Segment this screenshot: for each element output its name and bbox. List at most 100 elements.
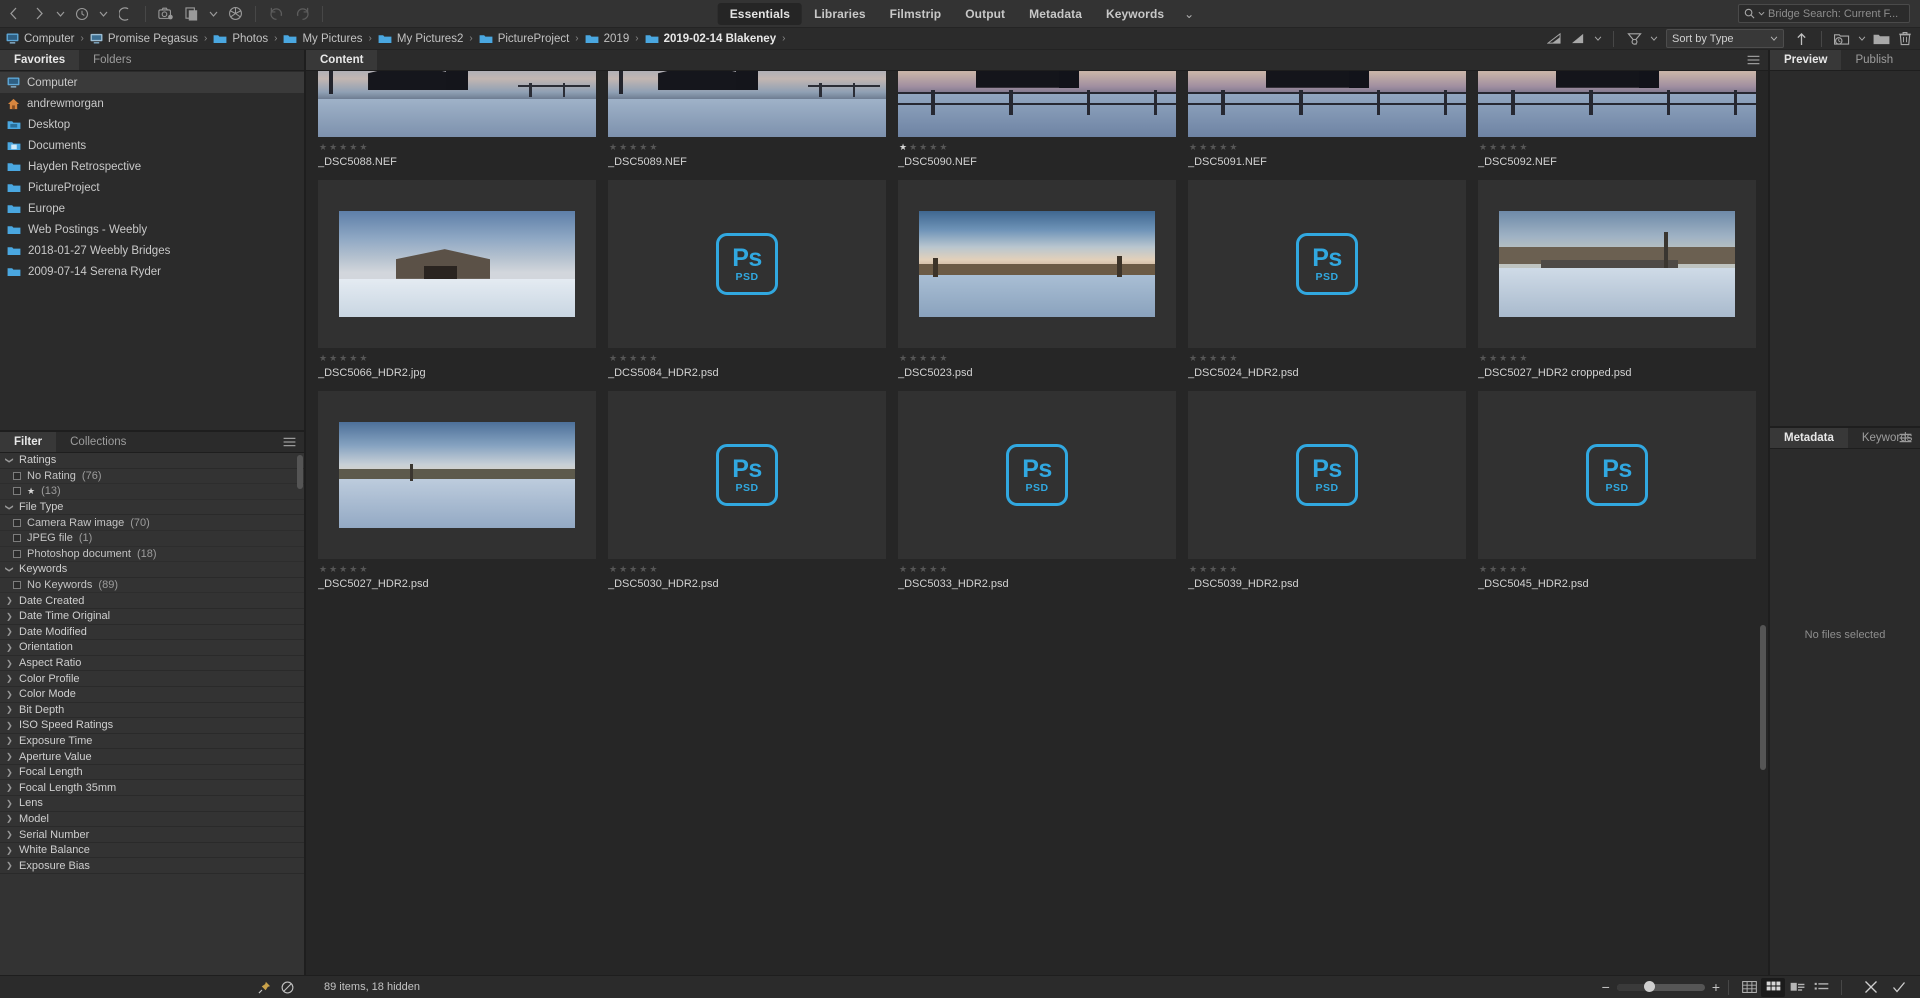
star[interactable]: ★ xyxy=(639,353,647,364)
zoom-out-button[interactable]: − xyxy=(1602,979,1610,995)
tab-content[interactable]: Content xyxy=(306,50,378,70)
star[interactable]: ★ xyxy=(1509,564,1517,575)
star[interactable]: ★ xyxy=(339,353,347,364)
workspace-overflow-icon[interactable]: ⌄ xyxy=(1176,3,1202,25)
filter-criteria-list[interactable]: ❯ Ratings No Rating (76) ★ (13) ❯ File Type Came… xyxy=(0,453,304,975)
star[interactable]: ★ xyxy=(619,142,627,153)
filter-group-aperture-value[interactable]: ❯ Aperture Value xyxy=(0,749,304,765)
chevron-down-icon[interactable]: ❯ xyxy=(5,457,14,464)
star[interactable]: ★ xyxy=(899,564,907,575)
star[interactable]: ★ xyxy=(329,564,337,575)
sidebar-item-computer[interactable]: Computer xyxy=(0,72,304,93)
sort-dropdown[interactable]: Sort by Type xyxy=(1666,29,1784,48)
filter-rating-menu-icon[interactable] xyxy=(1567,29,1589,49)
chevron-right-icon[interactable]: ❯ xyxy=(6,799,13,808)
star[interactable]: ★ xyxy=(349,142,357,153)
filter-group-exposure-time[interactable]: ❯ Exposure Time xyxy=(0,733,304,750)
star[interactable]: ★ xyxy=(1509,142,1517,153)
list-view-icon[interactable] xyxy=(1809,978,1833,997)
filter-group-bit-depth[interactable]: ❯ Bit Depth xyxy=(0,702,304,719)
star[interactable]: ★ xyxy=(359,564,367,575)
star-rating[interactable]: ★ ★ ★ ★ ★ xyxy=(898,142,1176,153)
chevron-down-icon[interactable] xyxy=(1591,29,1604,49)
chevron-down-icon[interactable] xyxy=(95,0,112,28)
filter-group-lens[interactable]: ❯ Lens xyxy=(0,796,304,812)
tab-metadata[interactable]: Metadata xyxy=(1770,428,1848,448)
sidebar-item-europe[interactable]: Europe xyxy=(0,198,304,219)
tab-metadata[interactable]: Metadata xyxy=(1017,3,1094,25)
rotate-clockwise-icon[interactable] xyxy=(289,0,315,28)
star[interactable]: ★ xyxy=(1479,564,1487,575)
thumbnail-cell[interactable]: ★ ★ ★ ★ ★ _DSC5090.NEF xyxy=(898,71,1176,168)
star[interactable]: ★ xyxy=(929,564,937,575)
chevron-right-icon[interactable]: ❯ xyxy=(6,830,13,839)
chevron-right-icon[interactable]: ❯ xyxy=(6,861,13,870)
star[interactable]: ★ xyxy=(919,142,927,153)
star[interactable]: ★ xyxy=(319,353,327,364)
thumbnail-image[interactable] xyxy=(318,180,596,348)
star[interactable]: ★ xyxy=(629,564,637,575)
sort-ascending-icon[interactable] xyxy=(1790,29,1812,49)
chevron-right-icon[interactable]: ❯ xyxy=(6,752,13,761)
star[interactable]: ★ xyxy=(649,564,657,575)
filter-group-color-mode[interactable]: ❯ Color Mode xyxy=(0,686,304,703)
star[interactable]: ★ xyxy=(1189,564,1197,575)
chevron-down-icon[interactable]: ❯ xyxy=(5,566,14,573)
sidebar-item-hayden-retrospective[interactable]: Hayden Retrospective xyxy=(0,156,304,177)
camera-raw-icon[interactable] xyxy=(222,0,248,28)
star[interactable]: ★ xyxy=(1189,353,1197,364)
filter-checkbox[interactable] xyxy=(13,549,21,558)
thumbnail-image[interactable] xyxy=(608,71,886,137)
star[interactable]: ★ xyxy=(339,142,347,153)
open-recent-icon[interactable] xyxy=(1831,29,1853,49)
thumbnail-cell[interactable]: ★ ★ ★ ★ ★ _DSC5089.NEF xyxy=(608,71,886,168)
star[interactable]: ★ xyxy=(1509,353,1517,364)
filter-items-icon[interactable] xyxy=(1623,29,1645,49)
refine-icon[interactable] xyxy=(179,0,205,28)
filter-item[interactable]: JPEG file (1) xyxy=(0,530,304,547)
star[interactable]: ★ xyxy=(899,142,907,153)
chevron-right-icon[interactable]: ❯ xyxy=(6,721,13,730)
thumbnail-cell[interactable]: Ps PSD ★ ★ ★ ★ ★ _DSC5030_HDR2.psd xyxy=(608,391,886,590)
filter-item[interactable]: Camera Raw image (70) xyxy=(0,515,304,531)
back-arrow-icon[interactable] xyxy=(0,0,26,28)
thumbnail-image[interactable] xyxy=(1478,71,1756,137)
thumbnail-cell[interactable]: ★ ★ ★ ★ ★ _DSC5088.NEF xyxy=(318,71,596,168)
thumbnail-cell[interactable]: ★ ★ ★ ★ ★ _DSC5023.psd xyxy=(898,180,1176,379)
star[interactable]: ★ xyxy=(1489,353,1497,364)
chevron-right-icon[interactable]: ❯ xyxy=(6,612,13,621)
breadcrumb-item-current-folder[interactable]: 2019-02-14 Blakeney xyxy=(645,33,776,45)
star-rating[interactable]: ★ ★ ★ ★ ★ xyxy=(1188,142,1466,153)
photo-downloader-icon[interactable] xyxy=(153,0,179,28)
zoom-slider[interactable] xyxy=(1616,981,1705,992)
filter-item[interactable]: ★ (13) xyxy=(0,484,304,500)
chevron-down-icon[interactable]: ❯ xyxy=(5,504,14,511)
star[interactable]: ★ xyxy=(639,142,647,153)
star[interactable]: ★ xyxy=(359,142,367,153)
tab-collections[interactable]: Collections xyxy=(56,432,140,452)
thumbnail-image[interactable]: Ps PSD xyxy=(1188,180,1466,348)
breadcrumb-item-computer[interactable]: Computer xyxy=(6,33,75,45)
star[interactable]: ★ xyxy=(1229,142,1237,153)
sidebar-item-pictureproject[interactable]: PictureProject xyxy=(0,177,304,198)
thumbnail-image[interactable] xyxy=(898,180,1176,348)
thumbnail-cell[interactable]: Ps PSD ★ ★ ★ ★ ★ _DSC5033_HDR2.psd xyxy=(898,391,1176,590)
filter-group-keywords[interactable]: ❯ Keywords xyxy=(0,562,304,578)
star[interactable]: ★ xyxy=(1499,142,1507,153)
chevron-down-icon[interactable] xyxy=(1855,29,1868,49)
filter-scrollbar[interactable] xyxy=(297,455,303,973)
thumbnail-image[interactable] xyxy=(898,71,1176,137)
thumbnail-image[interactable] xyxy=(318,391,596,559)
thumbnail-cell[interactable]: Ps PSD ★ ★ ★ ★ ★ _DSC5039_HDR2.psd xyxy=(1188,391,1466,590)
search-input[interactable]: Bridge Search: Current F... xyxy=(1738,4,1910,23)
star[interactable]: ★ xyxy=(349,353,357,364)
tab-favorites[interactable]: Favorites xyxy=(0,50,80,70)
filter-group-white-balance[interactable]: ❯ White Balance xyxy=(0,842,304,859)
tab-publish[interactable]: Publish xyxy=(1841,50,1907,70)
star[interactable]: ★ xyxy=(1499,353,1507,364)
scrollbar-thumb[interactable] xyxy=(297,455,303,489)
filter-checkbox[interactable] xyxy=(13,518,21,527)
star[interactable]: ★ xyxy=(619,564,627,575)
thumbnail-cell[interactable]: ★ ★ ★ ★ ★ _DSC5027_HDR2 cropped.psd xyxy=(1478,180,1756,379)
filter-group-iso-speed-ratings[interactable]: ❯ ISO Speed Ratings xyxy=(0,718,304,734)
